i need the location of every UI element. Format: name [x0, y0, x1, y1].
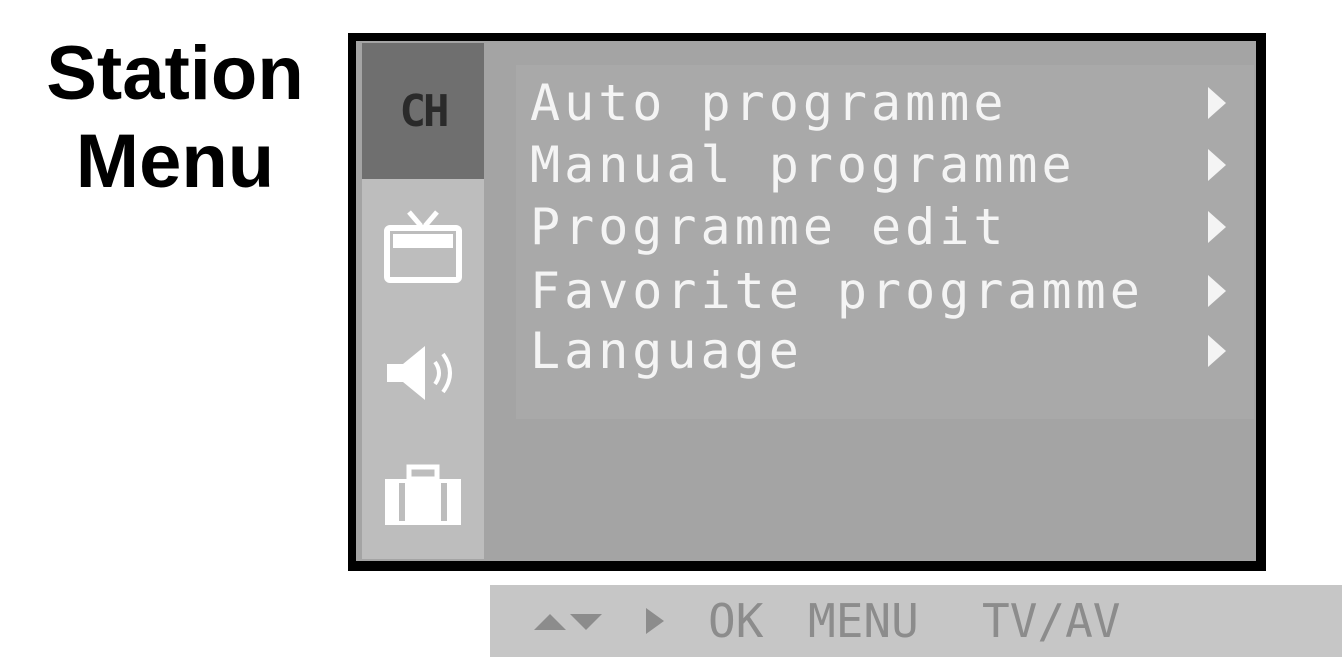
help-menu: MENU [808, 594, 919, 648]
arrow-right-icon [646, 608, 664, 634]
tv-icon [384, 210, 462, 283]
arrow-right-icon [1208, 211, 1226, 243]
menu-item-label: Manual programme [530, 136, 1076, 194]
section-title-line2: Menu [75, 119, 275, 204]
menu-item-label: Auto programme [530, 74, 1008, 132]
menu-item-programme-edit[interactable]: Programme edit [530, 197, 1230, 257]
tab-options[interactable] [362, 451, 484, 541]
menu-item-label: Language [530, 322, 803, 380]
speaker-icon [387, 346, 452, 400]
menu-item-manual-programme[interactable]: Manual programme [530, 135, 1230, 195]
menu-item-label: Favorite programme [530, 262, 1144, 320]
tab-channel[interactable]: CH [362, 43, 484, 179]
tab-channel-label: CH [399, 85, 450, 137]
tab-picture[interactable] [362, 203, 484, 293]
arrow-right-icon [1208, 149, 1226, 181]
menu-item-language[interactable]: Language [530, 321, 1230, 381]
menu-item-favorite-programme[interactable]: Favorite programme [530, 261, 1230, 321]
arrow-right-icon [1208, 335, 1226, 367]
section-title-line1: Station [46, 31, 304, 116]
section-title: Station Menu [0, 30, 350, 206]
menu-item-auto-programme[interactable]: Auto programme [530, 73, 1230, 133]
tab-sound[interactable] [362, 328, 484, 418]
help-ok: OK [708, 594, 764, 648]
help-tv-av: TV/AV [982, 594, 1121, 648]
up-down-arrows-icon [534, 614, 602, 630]
toolbox-icon [385, 464, 461, 525]
arrow-right-icon [1208, 87, 1226, 119]
arrow-right-icon [1208, 275, 1226, 307]
menu-item-label: Programme edit [530, 198, 1008, 256]
osd-menu-window: CH Auto programme Manual programme Progr… [348, 33, 1266, 571]
